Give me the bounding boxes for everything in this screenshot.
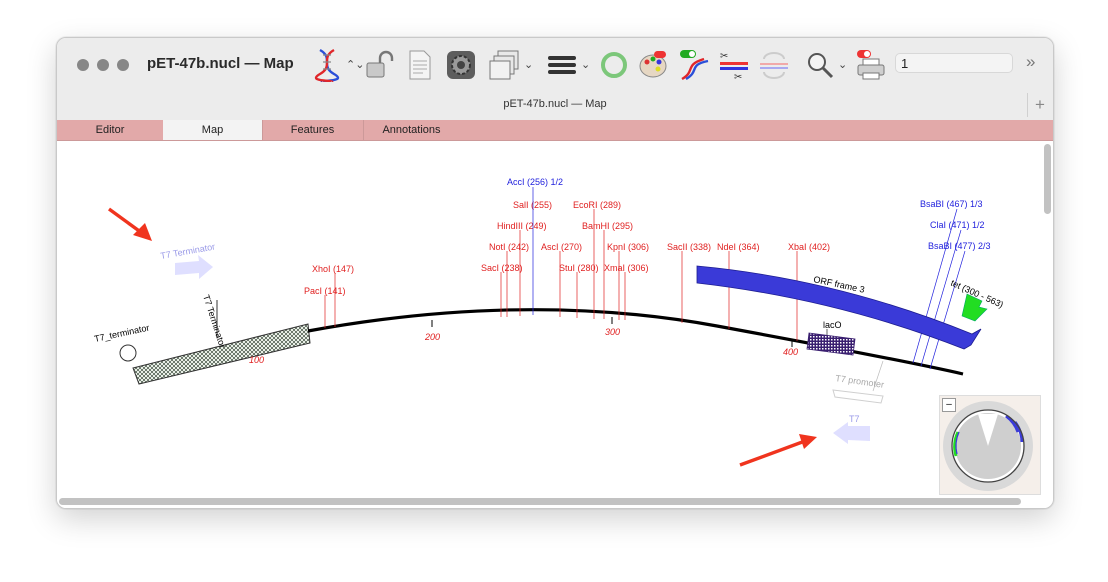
- add-tab-button[interactable]: +: [1027, 93, 1052, 117]
- search-icon[interactable]: [805, 48, 835, 82]
- site-xhoi[interactable]: XhoI (147): [312, 264, 354, 274]
- hamburger-menu-icon[interactable]: [546, 48, 578, 82]
- vertical-scrollbar[interactable]: [1044, 144, 1051, 214]
- zoom-window-button[interactable]: [117, 59, 129, 71]
- search-chevron-icon[interactable]: ⌄: [838, 58, 847, 71]
- site-ndei[interactable]: NdeI (364): [717, 242, 760, 252]
- site-saci[interactable]: SacI (238): [481, 263, 523, 273]
- close-window-button[interactable]: [77, 59, 89, 71]
- position-field[interactable]: 1: [895, 53, 1013, 73]
- site-kpni[interactable]: KpnI (306): [607, 242, 649, 252]
- tick-label-100: 100: [249, 355, 264, 365]
- sequence-backbone: [307, 308, 964, 376]
- site-bsabi-477[interactable]: BsaBI (477) 2/3: [928, 241, 991, 251]
- palette-icon[interactable]: [637, 48, 669, 82]
- tick-label-400: 400: [783, 347, 798, 357]
- tab-bar: Editor Map Features Annotations: [57, 120, 1053, 141]
- site-acci[interactable]: AccI (256) 1/2: [507, 177, 563, 187]
- document-icon[interactable]: [406, 48, 434, 82]
- site-xmai[interactable]: XmaI (306): [604, 263, 649, 273]
- circular-map-icon[interactable]: [598, 48, 630, 82]
- t7-terminator-arrow[interactable]: [175, 255, 213, 279]
- annotation-arrow-bottom-right: [739, 434, 817, 467]
- translate-dna-icon[interactable]: [677, 48, 711, 82]
- toolbar-overflow-icon[interactable]: »: [1026, 52, 1035, 72]
- t7-arrow[interactable]: [833, 422, 870, 444]
- tab-annotations[interactable]: Annotations: [363, 120, 460, 140]
- tick-label-300: 300: [605, 327, 620, 337]
- site-noti[interactable]: NotI (242): [489, 242, 529, 252]
- t7-promoter-arrow[interactable]: [832, 389, 884, 404]
- site-bamhi[interactable]: BamHI (295): [582, 221, 633, 231]
- tab-editor[interactable]: Editor: [57, 120, 164, 140]
- minimap-collapse-button[interactable]: –: [942, 398, 956, 412]
- laco-box[interactable]: [806, 332, 856, 356]
- ligate-icon[interactable]: [757, 48, 791, 82]
- svg-text:✂: ✂: [720, 51, 728, 62]
- annotation-arrow-top-left: [108, 207, 152, 241]
- windows-menu-chevron-icon[interactable]: ⌄: [524, 58, 533, 71]
- site-sacii[interactable]: SacII (338): [667, 242, 711, 252]
- tab-map[interactable]: Map: [163, 120, 263, 140]
- dna-icon[interactable]: [313, 48, 341, 82]
- site-xbai[interactable]: XbaI (402): [788, 242, 830, 252]
- t7-terminator-circle[interactable]: [119, 344, 137, 362]
- app-window: pET-47b.nucl — Map ⌃⌄ ⌄ ⌄ ✂ ✂ ⌄ 1 » pET-…: [56, 37, 1054, 509]
- site-ecori[interactable]: EcoRI (289): [573, 200, 621, 210]
- print-icon[interactable]: [854, 48, 888, 82]
- t7-label: T7: [849, 414, 860, 424]
- titlebar: pET-47b.nucl — Map ⌃⌄ ⌄ ⌄ ✂ ✂ ⌄ 1 » pET-…: [57, 38, 1053, 121]
- window-title: pET-47b.nucl — Map: [147, 55, 294, 72]
- site-clai[interactable]: ClaI (471) 1/2: [930, 220, 985, 230]
- horizontal-scrollbar[interactable]: [59, 498, 1021, 505]
- laco-label: lacO: [823, 320, 842, 330]
- windows-stack-icon[interactable]: [487, 48, 521, 82]
- t7-promoter-label: T7 promoter: [835, 373, 885, 390]
- minimap-panel[interactable]: –: [939, 395, 1041, 495]
- t7-terminator-arrow-label: T7 Terminator: [160, 242, 216, 261]
- svg-text:✂: ✂: [734, 72, 742, 81]
- cut-sites-icon[interactable]: ✂ ✂: [717, 48, 751, 82]
- map-view[interactable]: T7_terminator T7 Terminator T7 Terminato…: [57, 141, 1053, 508]
- site-asci[interactable]: AscI (270): [541, 242, 582, 252]
- sequence-map[interactable]: T7_terminator T7 Terminator T7 Terminato…: [57, 141, 1053, 508]
- t7-terminator-circle-label: T7_terminator: [93, 323, 150, 344]
- document-subtitle: pET-47b.nucl — Map: [503, 98, 607, 110]
- site-bsabi-467[interactable]: BsaBI (467) 1/3: [920, 199, 983, 209]
- updown-chevron-icon[interactable]: ⌃⌄: [346, 58, 364, 71]
- site-hindiii[interactable]: HindIII (249): [497, 221, 547, 231]
- site-sali[interactable]: SalI (255): [513, 200, 552, 210]
- minimize-window-button[interactable]: [97, 59, 109, 71]
- site-paci[interactable]: PacI (141): [304, 286, 346, 296]
- site-stui[interactable]: StuI (280): [559, 263, 599, 273]
- unlock-icon[interactable]: [364, 48, 396, 82]
- settings-gear-icon[interactable]: [445, 48, 477, 82]
- tick-label-200: 200: [424, 332, 440, 342]
- menu-chevron-icon[interactable]: ⌄: [581, 58, 590, 71]
- tab-features[interactable]: Features: [262, 120, 364, 140]
- t7-terminator-rotated-label: T7 Terminator: [201, 294, 228, 350]
